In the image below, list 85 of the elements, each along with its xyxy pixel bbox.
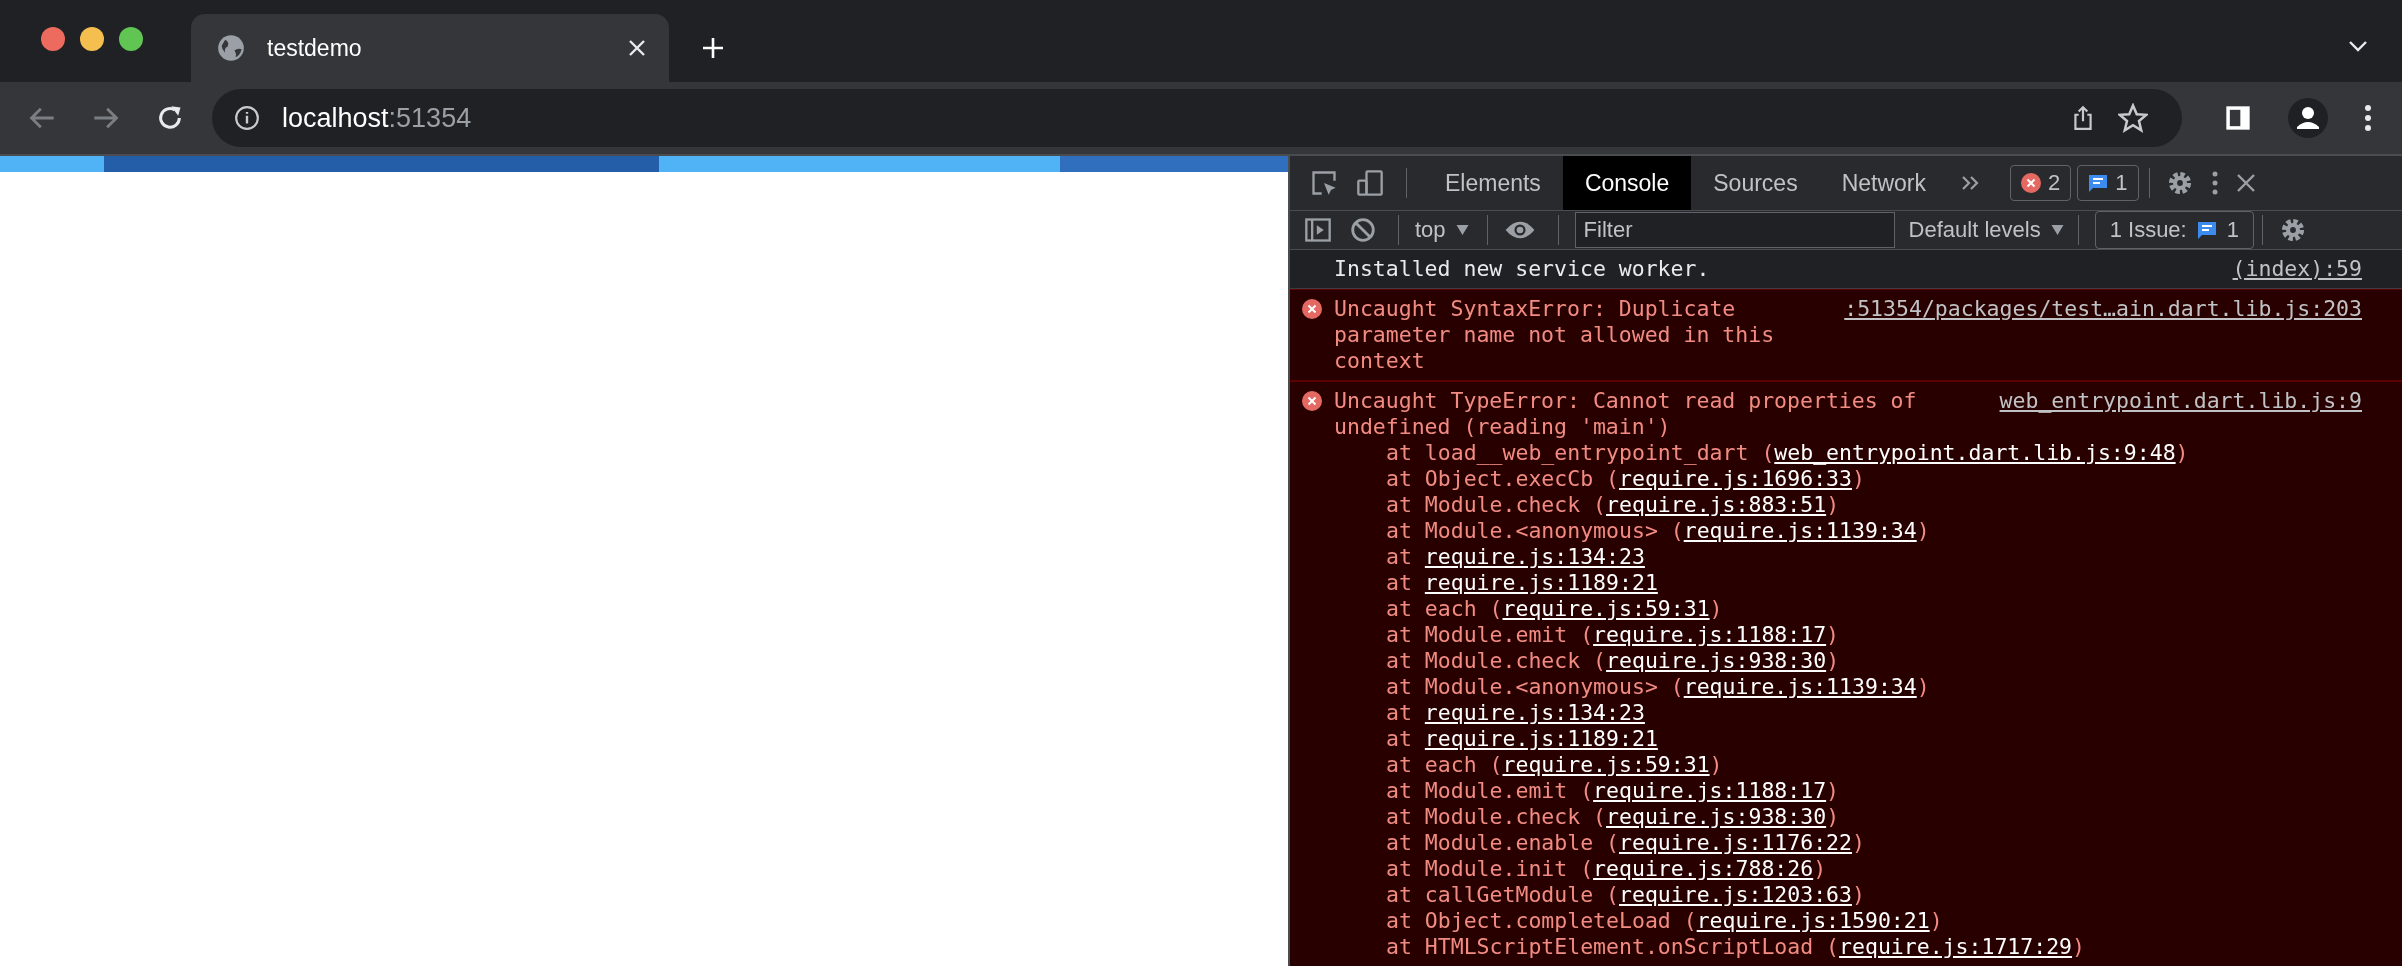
tab-search-chevron-icon[interactable] [2348, 40, 2368, 52]
stack-frame-link[interactable]: require.js:938:30 [1606, 804, 1827, 829]
stack-frame: at Module.check (require.js:938:30) [1302, 648, 2362, 674]
stack-frame-link[interactable]: require.js:1139:34 [1683, 674, 1917, 699]
zoom-window-button[interactable] [119, 27, 143, 51]
close-window-button[interactable] [41, 27, 65, 51]
error-icon [1302, 391, 1322, 411]
stack-frame: at require.js:134:23 [1302, 544, 2362, 570]
menu-dots-icon[interactable] [2211, 171, 2218, 195]
eye-icon[interactable] [1503, 220, 1536, 240]
stack-frame-link[interactable]: require.js:1139:34 [1683, 518, 1917, 543]
stack-frame-link[interactable]: require.js:883:51 [1606, 492, 1827, 517]
stack-frame-link[interactable]: require.js:1590:21 [1696, 908, 1930, 933]
stack-frame: at Module.check (require.js:883:51) [1302, 492, 2362, 518]
stack-frame: at Module.init (require.js:788:26) [1302, 856, 2362, 882]
console-message: Uncaught TypeError: Cannot read properties of undefined (reading 'main') [1334, 388, 1918, 440]
profile-avatar-icon[interactable] [2288, 98, 2328, 138]
message-count-badge[interactable]: 1 [2077, 165, 2139, 201]
caret-icon [2050, 225, 2064, 235]
log-levels-dropdown[interactable]: Default levels [1908, 217, 2064, 243]
browser-tab[interactable]: testdemo [191, 14, 669, 82]
side-panel-icon[interactable] [2224, 104, 2252, 132]
stack-frame-link[interactable]: web_entrypoint.dart.lib.js:9:48 [1774, 440, 2176, 465]
error-icon [1302, 299, 1322, 319]
stack-frame-link[interactable]: require.js:788:26 [1593, 856, 1814, 881]
stack-frame-link[interactable]: require.js:1176:22 [1619, 830, 1852, 855]
sidebar-toggle-icon[interactable] [1304, 216, 1332, 244]
devtools-tab[interactable]: Elements [1423, 156, 1563, 210]
error-count-badge[interactable]: 2 [2010, 165, 2072, 201]
stack-frame: at require.js:134:23 [1302, 700, 2362, 726]
clear-console-icon[interactable] [1350, 217, 1376, 243]
info-icon [234, 105, 260, 131]
stack-frame: at Module.<anonymous> (require.js:1139:34) [1302, 518, 2362, 544]
stack-frame-link[interactable]: require.js:1717:29 [1839, 934, 2073, 959]
stack-frame-link[interactable]: require.js:1188:17 [1593, 622, 1827, 647]
stack-frame-link[interactable]: require.js:59:31 [1502, 596, 1710, 621]
stack-frame-link[interactable]: require.js:1189:21 [1424, 726, 1658, 751]
stack-frame: at HTMLScriptElement.onScriptLoad (require.js:1717:29) [1302, 934, 2362, 960]
stack-frame-link[interactable]: require.js:1188:17 [1593, 778, 1827, 803]
minimize-window-button[interactable] [80, 27, 104, 51]
source-link[interactable]: :51354/packages/test…ain.dart.lib.js:203 [1844, 296, 2362, 322]
stack-frame-link[interactable]: require.js:1189:21 [1424, 570, 1658, 595]
context-selector[interactable]: top [1415, 217, 1469, 243]
devtools-tab[interactable]: Sources [1691, 156, 1820, 210]
stack-frame-link[interactable]: require.js:1203:63 [1619, 882, 1852, 907]
stack-frame: at Object.execCb (require.js:1696:33) [1302, 466, 2362, 492]
new-tab-icon[interactable] [701, 36, 725, 60]
stack-frame: at each (require.js:59:31) [1302, 596, 2362, 622]
device-toolbar-icon[interactable] [1356, 169, 1384, 197]
inspect-element-icon[interactable] [1310, 169, 1338, 197]
source-link[interactable]: (index):59 [2232, 256, 2362, 282]
console-message: Uncaught SyntaxError: Duplicate parameter name not allowed in this context [1334, 296, 1776, 374]
stack-frame-link[interactable]: require.js:134:23 [1424, 544, 1645, 569]
globe-icon [217, 34, 245, 62]
stack-frame: at require.js:1189:21 [1302, 570, 2362, 596]
stack-frame: at load__web_entrypoint_dart (web_entrypoint.dart.lib.js:9:48) [1302, 440, 2362, 466]
console-message: Installed new service worker. [1334, 256, 1711, 282]
stack-frame-link[interactable]: require.js:938:30 [1606, 648, 1827, 673]
stack-frame: at callGetModule (require.js:1203:63) [1302, 882, 2362, 908]
error-icon [2021, 173, 2041, 193]
message-icon [2196, 220, 2217, 240]
devtools-tab[interactable]: Network [1819, 156, 1948, 210]
caret-icon [1455, 225, 1469, 235]
stack-frame: at require.js:1189:21 [1302, 726, 2362, 752]
stack-frame: at each (require.js:59:31) [1302, 752, 2362, 778]
stack-frame: at Module.emit (require.js:1188:17) [1302, 778, 2362, 804]
stack-frame: at Module.emit (require.js:1188:17) [1302, 622, 2362, 648]
url-text: localhost:51354 [282, 102, 472, 134]
reload-icon[interactable] [156, 104, 184, 132]
issues-button[interactable]: 1 Issue: 1 [2094, 211, 2254, 249]
stack-frame-link[interactable]: require.js:1696:33 [1619, 466, 1852, 491]
devtools-tab[interactable]: Console [1562, 156, 1692, 210]
stack-frame: at Module.enable (require.js:1176:22) [1302, 830, 2362, 856]
star-icon[interactable] [2118, 103, 2148, 133]
stack-frame: at Module.check (require.js:938:30) [1302, 804, 2362, 830]
close-icon[interactable] [2235, 173, 2256, 193]
menu-dots-icon[interactable] [2364, 104, 2372, 132]
message-icon [2088, 173, 2109, 193]
filter-field[interactable]: Filter [1574, 212, 1895, 248]
stack-frame: at Object.completeLoad (require.js:1590:21) [1302, 908, 2362, 934]
address-bar[interactable]: localhost:51354 [212, 89, 2182, 147]
stack-frame: at Module.<anonymous> (require.js:1139:34) [1302, 674, 2362, 700]
source-link[interactable]: web_entrypoint.dart.lib.js:9 [1999, 388, 2362, 414]
stack-frame-link[interactable]: require.js:59:31 [1502, 752, 1710, 777]
stack-frame-link[interactable]: require.js:134:23 [1424, 700, 1645, 725]
